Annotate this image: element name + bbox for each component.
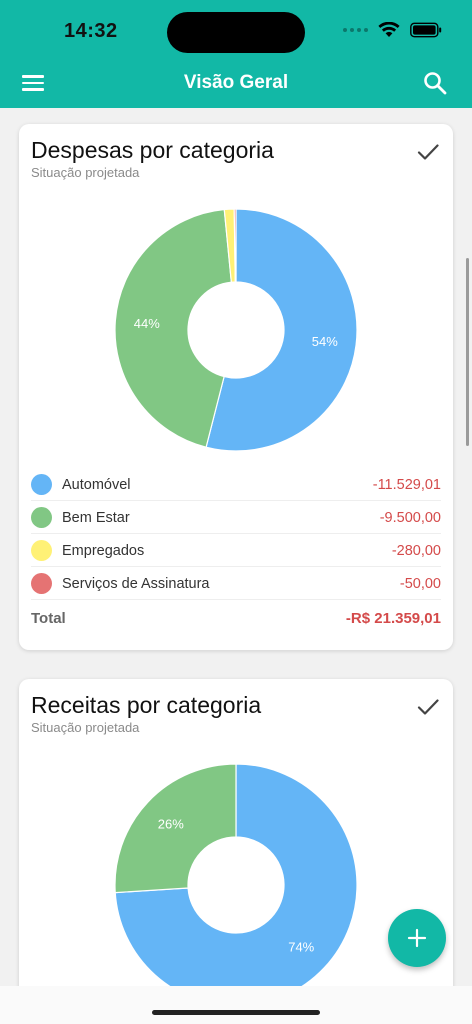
home-indicator[interactable] [152,1010,320,1015]
income-pie-chart[interactable]: 74% 26% [19,679,453,1009]
legend-value: -280,00 [391,543,441,559]
expenses-slice-1[interactable] [114,208,233,448]
legend-value: -50,00 [399,576,441,592]
page-title: Visão Geral [183,72,289,93]
legend-row-bem-estar[interactable]: Bem Estar -9.500,00 [31,501,441,534]
app-bar: Visão Geral [0,58,472,108]
add-button[interactable] [388,909,446,967]
legend-row-servicos-de-assinatura[interactable]: Serviços de Assinatura -50,00 [31,567,441,600]
income-percent-label-0: 74% [288,939,314,954]
legend-color-dot [31,474,52,495]
legend-color-dot [31,507,52,528]
legend-value: -11.529,01 [372,477,441,493]
expenses-legend: Automóvel -11.529,01 Bem Estar -9.500,00… [31,468,441,634]
status-bar: 14:32 [0,0,472,58]
legend-color-dot [31,573,52,594]
income-percent-label-1: 26% [158,817,184,832]
status-icons [343,22,442,38]
legend-value: -9.500,00 [379,510,441,526]
expenses-percent-label-0: 54% [312,334,338,349]
search-icon[interactable] [422,70,448,96]
legend-row-automovel[interactable]: Automóvel -11.529,01 [31,468,441,501]
legend-color-dot [31,540,52,561]
total-row: Total -R$ 21.359,01 [31,600,441,634]
status-time: 14:32 [64,20,118,42]
scroll-indicator[interactable] [466,258,469,446]
signal-icon [343,28,368,32]
battery-icon [410,22,442,38]
total-label: Total [31,610,66,627]
legend-label: Empregados [62,543,145,559]
dynamic-island [167,12,305,53]
wifi-icon [378,22,400,37]
total-value: -R$ 21.359,01 [345,610,441,627]
expenses-pie-chart[interactable]: 54% 44% [19,124,453,464]
bottom-safe-area [0,986,472,1024]
legend-label: Automóvel [62,477,131,493]
income-card: Receitas por categoria Situação projetad… [19,679,453,1009]
expenses-percent-label-1: 44% [134,316,160,331]
expenses-card: Despesas por categoria Situação projetad… [19,124,453,650]
legend-label: Serviços de Assinatura [62,576,210,592]
legend-row-empregados[interactable]: Empregados -280,00 [31,534,441,567]
legend-label: Bem Estar [62,510,130,526]
plus-icon [407,928,427,948]
